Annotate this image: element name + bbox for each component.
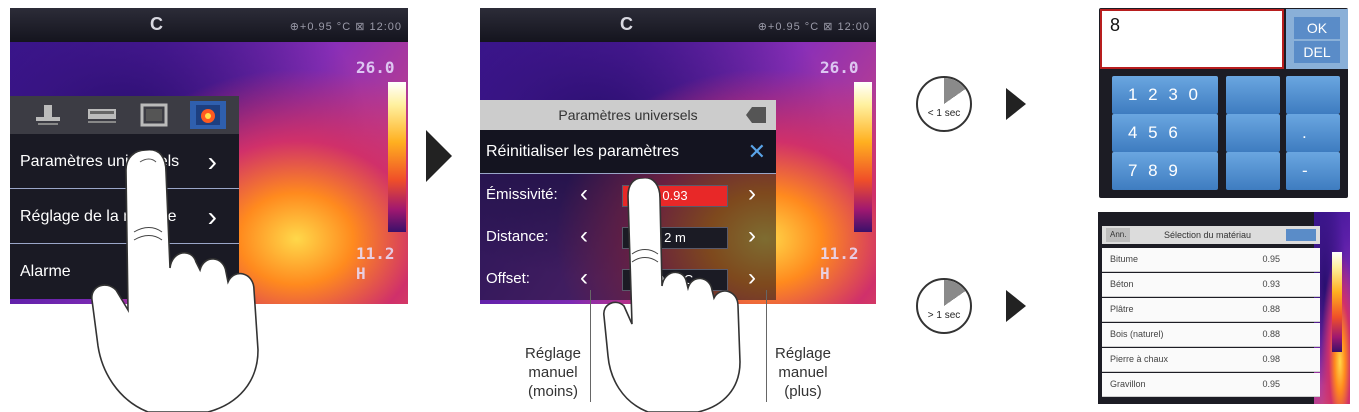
- callout-manual-plus: Réglage manuel (plus): [775, 345, 831, 400]
- key-decimal[interactable]: .: [1286, 114, 1340, 152]
- ok-button[interactable]: OK: [1294, 17, 1340, 39]
- menu-icon-tabs: [10, 96, 239, 134]
- keypad-actions: OK DEL: [1286, 9, 1348, 69]
- param-label: Émissivité:: [486, 186, 558, 203]
- key-row3-blank[interactable]: [1226, 152, 1280, 190]
- key-row2-blank[interactable]: [1226, 114, 1280, 152]
- key-row2-digits[interactable]: 4 5 6: [1112, 114, 1218, 152]
- status-bar: C ⊕+0.95 °C ⊠ 12:00: [10, 8, 408, 42]
- panel-title-text: Paramètres universels: [558, 107, 698, 123]
- layers-icon[interactable]: [84, 101, 120, 129]
- brand-logo-icon: C: [150, 14, 163, 34]
- confirm-button[interactable]: [1286, 229, 1316, 241]
- key-row3-digits[interactable]: 7 8 9: [1112, 152, 1218, 190]
- close-icon[interactable]: ✕: [748, 130, 766, 174]
- decrease-arrow-icon[interactable]: ‹: [580, 173, 588, 215]
- thermal-icon[interactable]: [190, 101, 226, 129]
- menu-item-label: Alarme: [20, 263, 71, 280]
- step-arrow-icon: [1006, 290, 1026, 322]
- key-row1-blank[interactable]: [1286, 76, 1340, 114]
- timer-long-label: > 1 sec: [927, 310, 961, 321]
- status-readout: ⊕+0.95 °C ⊠ 12:00: [289, 21, 402, 33]
- material-item[interactable]: Bitume 0.95: [1102, 248, 1320, 272]
- temperature-scale-bar: [854, 82, 872, 232]
- material-item[interactable]: Bois (naturel) 0.88: [1102, 323, 1320, 347]
- pointing-hand-icon: [91, 150, 259, 412]
- scale-min-value: 11.2: [820, 244, 859, 263]
- callout-line-left: [590, 290, 591, 402]
- step-arrow-icon: [426, 130, 452, 182]
- pointing-hand-icon: [603, 178, 741, 412]
- mode-icon[interactable]: [30, 101, 66, 129]
- key-minus[interactable]: -: [1286, 152, 1340, 190]
- del-button[interactable]: DEL: [1294, 41, 1340, 63]
- scale-max-value: 26.0: [820, 58, 859, 77]
- scale-mode-letter: H: [356, 264, 366, 283]
- step-arrow-icon: [1006, 88, 1026, 120]
- timer-short-label: < 1 sec: [927, 108, 961, 119]
- status-readout: ⊕+0.95 °C ⊠ 12:00: [757, 21, 870, 33]
- material-item[interactable]: Plâtre 0.88: [1102, 298, 1320, 322]
- temperature-scale-bar: [388, 82, 406, 232]
- callout-manual-minus: Réglage manuel (moins): [525, 345, 581, 400]
- callout-line-right: [766, 290, 767, 402]
- reset-params-row[interactable]: Réinitialiser les paramètres ✕: [480, 130, 776, 174]
- key-row1-blank[interactable]: [1226, 76, 1280, 114]
- back-icon[interactable]: [746, 107, 766, 123]
- decrease-arrow-icon[interactable]: ‹: [580, 215, 588, 257]
- brand-logo-icon: C: [620, 14, 633, 34]
- cancel-button[interactable]: Ann.: [1106, 228, 1131, 242]
- temperature-scale-bar: [1332, 252, 1342, 352]
- key-row1-digits[interactable]: 1 2 3 0: [1112, 76, 1218, 114]
- material-item[interactable]: Gravillon 0.95: [1102, 373, 1320, 397]
- keypad-input-field[interactable]: 8: [1100, 9, 1284, 69]
- material-title: Sélection du matériau: [1164, 230, 1252, 240]
- reset-label: Réinitialiser les paramètres: [486, 143, 679, 160]
- scale-min-value: 11.2: [356, 244, 395, 263]
- panel-title: Paramètres universels: [480, 100, 776, 130]
- decrease-arrow-icon[interactable]: ‹: [580, 257, 588, 299]
- timer-short-icon: < 1 sec: [916, 76, 972, 132]
- param-label: Offset:: [486, 270, 530, 287]
- scale-mode-letter: H: [820, 264, 830, 283]
- material-header: Ann. Sélection du matériau: [1102, 226, 1320, 244]
- frame-icon[interactable]: [136, 101, 172, 129]
- status-bar: C ⊕+0.95 °C ⊠ 12:00: [480, 8, 876, 42]
- scale-max-value: 26.0: [356, 58, 395, 77]
- material-item[interactable]: Pierre à chaux 0.98: [1102, 348, 1320, 372]
- timer-long-icon: > 1 sec: [916, 278, 972, 334]
- param-label: Distance:: [486, 228, 549, 245]
- material-item[interactable]: Béton 0.93: [1102, 273, 1320, 297]
